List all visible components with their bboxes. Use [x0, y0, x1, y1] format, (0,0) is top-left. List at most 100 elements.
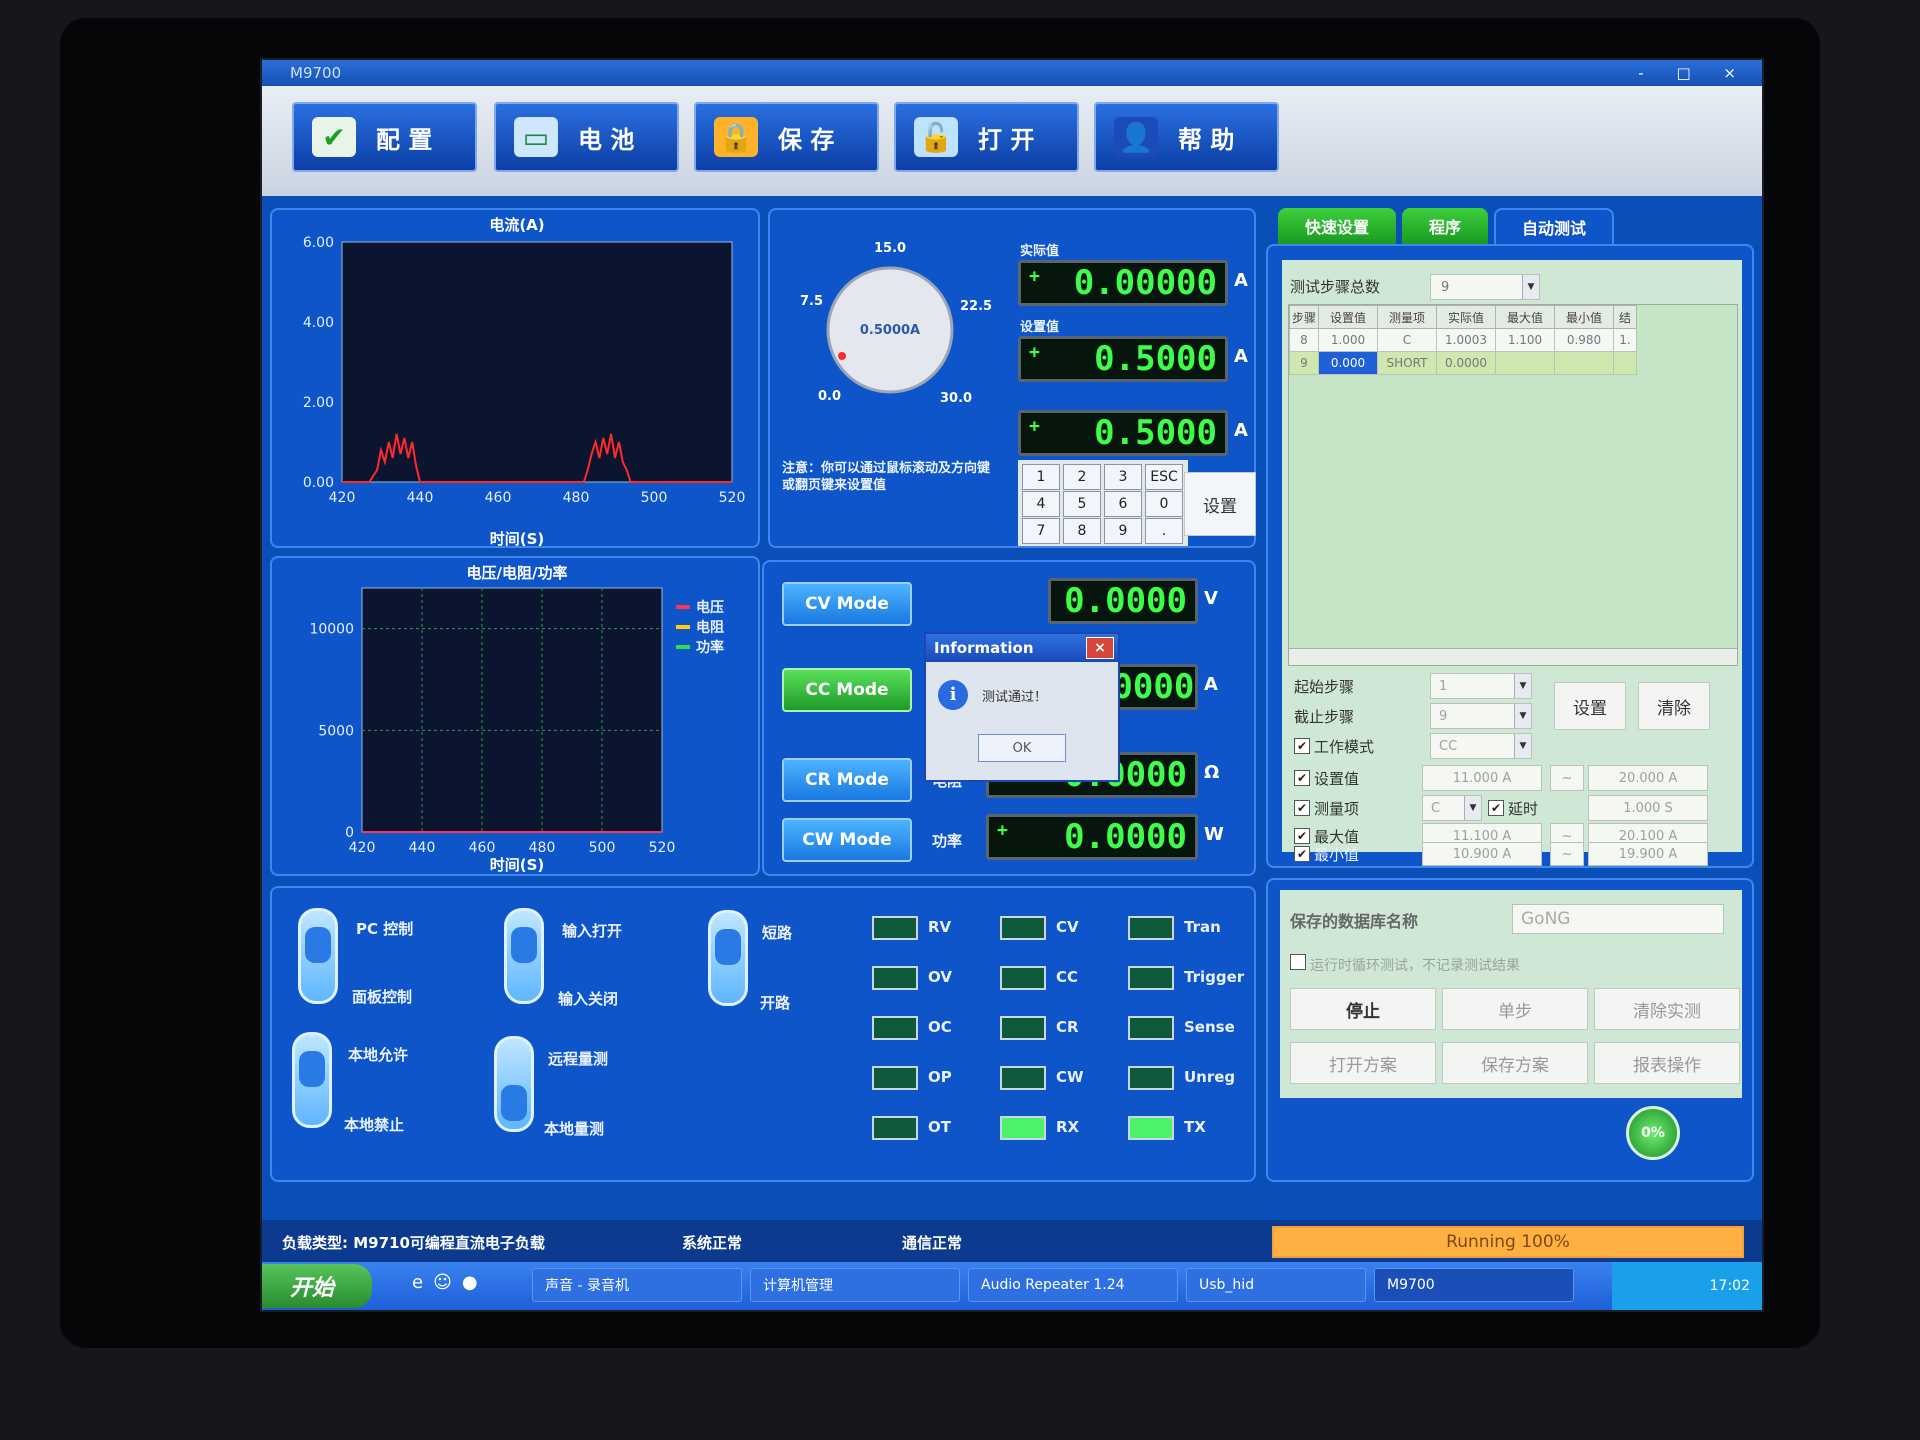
table-row[interactable]: 8 1.000 C 1.0003 1.100 0.980 1. — [1289, 328, 1637, 352]
loop-checkbox[interactable] — [1290, 954, 1306, 970]
tab-auto-test[interactable]: 自动测试 — [1494, 208, 1614, 244]
config-label: 配 置 — [376, 125, 433, 154]
min-to[interactable]: 19.900 A — [1588, 842, 1708, 866]
status-led-label: CV — [1056, 918, 1079, 936]
keypad-set-button[interactable]: 设置 — [1184, 472, 1256, 536]
task-usb-hid[interactable]: Usb_hid — [1186, 1268, 1366, 1302]
keypad-key[interactable]: 3 — [1104, 464, 1142, 490]
tab-program[interactable]: 程序 — [1402, 208, 1488, 244]
keypad-key[interactable]: 9 — [1104, 518, 1142, 544]
status-led-sense — [1128, 1016, 1174, 1040]
keypad-key[interactable]: 5 — [1063, 491, 1101, 517]
input-toggle[interactable] — [504, 908, 544, 1004]
delay-checkbox[interactable]: ✔ — [1488, 800, 1504, 816]
cr-mode-button[interactable]: CR Mode — [782, 758, 912, 802]
db-name-label: 保存的数据库名称 — [1290, 912, 1419, 931]
input-readout[interactable]: +0.5000 — [1018, 410, 1228, 456]
user-icon[interactable]: ☺ — [433, 1272, 452, 1300]
total-steps-select[interactable]: 9 ▼ — [1430, 274, 1540, 300]
pc-control-toggle[interactable] — [298, 908, 338, 1004]
battery-button[interactable]: ▭ 电 池 — [494, 102, 679, 172]
set-value-from[interactable]: 11.000 A — [1422, 765, 1542, 791]
work-mode-checkbox[interactable]: ✔ — [1294, 738, 1310, 754]
table-column-header[interactable]: 步骤 — [1289, 305, 1319, 329]
set-value-checkbox[interactable]: ✔ — [1294, 770, 1310, 786]
keypad-key[interactable]: 0 — [1145, 491, 1183, 517]
table-column-header[interactable]: 测量项 — [1377, 305, 1437, 329]
measure-row: ✔ 测量项 — [1294, 794, 1359, 822]
dialog-ok-button[interactable]: OK — [978, 734, 1066, 762]
table-row[interactable]: 9 0.000 SHORT 0.0000 — [1289, 351, 1637, 375]
loop-option[interactable]: 运行时循环测试，不记录测试结果 — [1290, 954, 1520, 975]
current-dial[interactable]: 0.5000A 0.0 7.5 15.0 22.5 30.0 — [780, 230, 1000, 430]
min-from[interactable]: 10.900 A — [1422, 842, 1542, 866]
status-led-label: CR — [1056, 1018, 1079, 1036]
table-column-header[interactable]: 最大值 — [1495, 305, 1555, 329]
save-scheme-button[interactable]: 保存方案 — [1442, 1042, 1588, 1084]
open-scheme-button[interactable]: 打开方案 — [1290, 1042, 1436, 1084]
keypad-key[interactable]: 1 — [1022, 464, 1060, 490]
status-led-label: OP — [928, 1068, 952, 1086]
end-step-select[interactable]: 9 ▼ — [1430, 703, 1532, 729]
config-button[interactable]: ✔ 配 置 — [292, 102, 477, 172]
browser-icon[interactable]: e — [412, 1272, 423, 1300]
media-icon[interactable]: ● — [462, 1272, 478, 1300]
table-column-header[interactable]: 设置值 — [1318, 305, 1378, 329]
open-button[interactable]: 🔓 打 开 — [894, 102, 1079, 172]
stop-button[interactable]: 停止 — [1290, 988, 1436, 1030]
window-titlebar: M9700 - □ × — [262, 60, 1762, 86]
task-recorder[interactable]: 声音 - 录音机 — [532, 1268, 742, 1302]
work-mode-select[interactable]: CC ▼ — [1430, 733, 1532, 759]
task-computer-management[interactable]: 计算机管理 — [750, 1268, 960, 1302]
task-m9700[interactable]: M9700 — [1374, 1268, 1574, 1302]
measure-select[interactable]: C ▼ — [1422, 795, 1482, 821]
save-button[interactable]: 🔒 保 存 — [694, 102, 879, 172]
db-name-input[interactable]: GoNG — [1512, 904, 1724, 934]
keypad-key[interactable]: 7 — [1022, 518, 1060, 544]
table-cell: C — [1377, 328, 1437, 352]
delay-field[interactable]: 1.000 S — [1588, 795, 1708, 821]
start-button[interactable]: 开始 — [262, 1264, 372, 1308]
chart-xlabel: 时间(S) — [490, 530, 545, 548]
cc-mode-button[interactable]: CC Mode — [782, 668, 912, 712]
start-step-select[interactable]: 1 ▼ — [1430, 673, 1532, 699]
keypad-key[interactable]: . — [1145, 518, 1183, 544]
steps-clear-button[interactable]: 清除 — [1638, 682, 1710, 730]
end-step-row: 截止步骤 — [1294, 707, 1355, 726]
unit-label: A — [1234, 270, 1248, 291]
status-led-op — [872, 1066, 918, 1090]
clear-report-button[interactable]: 清除实测 — [1594, 988, 1740, 1030]
open-label: 打 开 — [978, 125, 1035, 154]
single-step-button[interactable]: 单步 — [1442, 988, 1588, 1030]
keypad-key[interactable]: ESC — [1145, 464, 1183, 490]
measure-checkbox[interactable]: ✔ — [1294, 800, 1310, 816]
dialog-close-button[interactable]: × — [1086, 637, 1114, 659]
cv-mode-button[interactable]: CV Mode — [782, 582, 912, 626]
measure-toggle[interactable] — [494, 1036, 534, 1132]
x-tick-label: 420 — [349, 840, 376, 856]
min-checkbox[interactable]: ✔ — [1294, 846, 1310, 862]
short-toggle[interactable] — [708, 910, 748, 1006]
help-user-icon: 👤 — [1114, 117, 1158, 157]
tab-quick-setup[interactable]: 快速设置 — [1278, 208, 1396, 244]
table-horizontal-scrollbar[interactable] — [1289, 648, 1737, 665]
dialog-message: 测试通过！ — [982, 690, 1048, 705]
keypad-key[interactable]: 8 — [1063, 518, 1101, 544]
y-tick-label: 0 — [345, 825, 354, 841]
task-audio-repeater[interactable]: Audio Repeater 1.24 — [968, 1268, 1178, 1302]
steps-set-button[interactable]: 设置 — [1554, 682, 1626, 730]
local-toggle[interactable] — [292, 1032, 332, 1128]
cw-mode-button[interactable]: CW Mode — [782, 818, 912, 862]
table-column-header[interactable]: 结 — [1613, 305, 1637, 329]
x-tick-label: 420 — [329, 490, 356, 506]
window-controls[interactable]: - □ × — [1638, 60, 1750, 86]
keypad-key[interactable]: 4 — [1022, 491, 1060, 517]
table-column-header[interactable]: 最小值 — [1554, 305, 1614, 329]
set-value-to[interactable]: 20.000 A — [1588, 765, 1708, 791]
table-cell: 1.000 — [1318, 328, 1378, 352]
keypad-key[interactable]: 6 — [1104, 491, 1142, 517]
keypad-key[interactable]: 2 — [1063, 464, 1101, 490]
help-button[interactable]: 👤 帮 助 — [1094, 102, 1279, 172]
report-button[interactable]: 报表操作 — [1594, 1042, 1740, 1084]
table-column-header[interactable]: 实际值 — [1436, 305, 1496, 329]
